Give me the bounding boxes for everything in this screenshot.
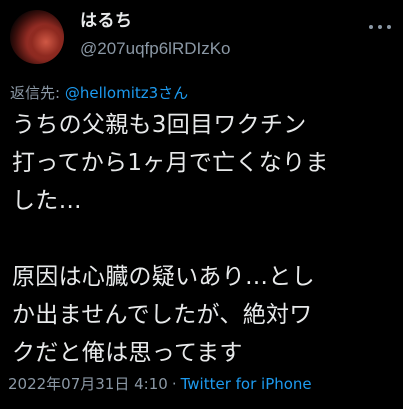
more-dot [378, 25, 382, 29]
tweet-text-line: 原因は心臓の疑いあり…とし [12, 264, 315, 290]
replying-to: 返信先: @hellomitz3さん [10, 83, 188, 103]
author-block[interactable]: はるち @207uqfp6lRDIzKo [80, 10, 380, 60]
reply-mention-link[interactable]: @hellomitz3さん [65, 84, 188, 102]
tweet-text-line: した… [12, 188, 82, 214]
meta-separator: · [171, 375, 177, 393]
user-handle[interactable]: @207uqfp6lRDIzKo [80, 38, 380, 60]
tweet: はるち @207uqfp6lRDIzKo 返信先: @hellomitz3さん … [0, 0, 403, 409]
tweet-text-line: か出ませんでしたが、絶対ワ [12, 302, 313, 328]
more-dot [369, 25, 373, 29]
avatar-image [28, 24, 64, 64]
tweet-text: うちの父親も3回目ワクチン 打ってから1ヶ月で亡くなりま した… 原因は心臓の疑… [12, 106, 397, 372]
tweet-text-line [12, 220, 397, 258]
tweet-text-line: クだと俺は思ってます [12, 340, 243, 366]
more-dot [387, 25, 391, 29]
display-name[interactable]: はるち [80, 10, 380, 32]
more-horizontal-icon[interactable] [369, 24, 391, 30]
tweet-text-line: うちの父親も3回目ワクチン [12, 112, 307, 138]
source-link[interactable]: Twitter for iPhone [181, 375, 312, 393]
avatar[interactable] [10, 10, 64, 64]
replying-to-label: 返信先: [10, 84, 65, 102]
tweet-text-line: 打ってから1ヶ月で亡くなりま [12, 150, 329, 176]
tweet-metadata: 2022年07月31日 4:10 · Twitter for iPhone [8, 374, 312, 394]
timestamp-link[interactable]: 2022年07月31日 4:10 [8, 375, 168, 393]
